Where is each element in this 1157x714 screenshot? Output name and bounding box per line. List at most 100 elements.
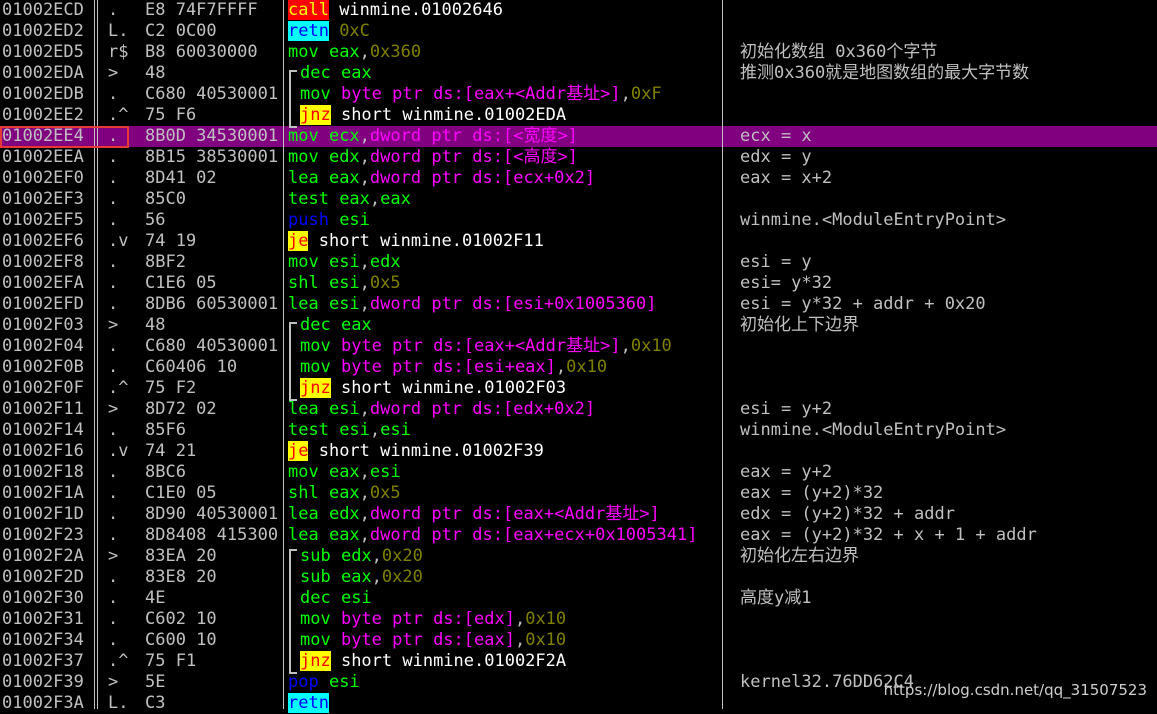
row-instruction: dec eax: [300, 63, 732, 84]
row-instruction: push esi: [288, 210, 720, 231]
disasm-row[interactable]: 01002EF0. 8D41 02 lea eax,dword ptr ds:[ec…: [0, 168, 1157, 189]
row-flow-marker: .^: [108, 651, 129, 671]
row-instruction: retn 0xC: [288, 21, 720, 42]
row-comment: [740, 630, 1157, 651]
disasm-row[interactable]: 01002F11 >8D72 02 lea esi,dword ptr ds:[ed…: [0, 399, 1157, 420]
disasm-row[interactable]: 01002ECD. E8 74F7FFFF call winmine.0100264…: [0, 0, 1157, 21]
disasm-row[interactable]: 01002F0F .^ 75 F2 jnz short winmine.01002F0…: [0, 378, 1157, 399]
row-comment: [740, 336, 1157, 357]
row-address: 01002EF8: [2, 252, 84, 272]
row-comment: esi = y: [740, 252, 812, 272]
row-address: 01002F16: [2, 441, 84, 461]
row-comment: 高度y减1: [740, 588, 812, 608]
disasm-row[interactable]: 01002ED5 r$ B8 60030000 mov eax,0x360 初始化数组 …: [0, 42, 1157, 63]
row-comment: [740, 651, 1157, 672]
instruction-token: 0x10: [566, 357, 608, 377]
row-hex-bytes: B8 60030000: [145, 42, 258, 62]
disasm-row[interactable]: 01002F1A. C1E0 05 shl eax,0x5 eax = (y+2)*3…: [0, 483, 1157, 504]
row-comment: [740, 378, 1157, 399]
disasm-row[interactable]: 01002EEA. 8B15 38530001 mov edx,dword ptr …: [0, 147, 1157, 168]
row-instruction: je short winmine.01002F11: [288, 231, 720, 252]
instruction-token: ,: [359, 168, 370, 188]
instruction-token: mov: [300, 609, 341, 629]
disasm-row[interactable]: 01002EDA >48 dec eax 推测0x360就是地图数组的最大字节数: [0, 63, 1157, 84]
row-address: 01002F30: [2, 588, 84, 608]
disasm-row[interactable]: 01002ED2 L. C2 0C00 retn 0xC: [0, 21, 1157, 42]
disasm-row[interactable]: 01002F23. 8D8408 415300 lea eax,dword ptr …: [0, 525, 1157, 546]
row-hex-bytes: 85C0: [145, 189, 186, 209]
row-instruction: retn: [288, 693, 720, 714]
row-address: 01002F3A: [2, 693, 84, 713]
disasm-row[interactable]: 01002EFD. 8DB6 60530001 lea esi,dword ptr …: [0, 294, 1157, 315]
row-flow-marker: .: [108, 147, 119, 167]
disasm-row[interactable]: 01002EE2 .^ 75 F6 jnz short winmine.01002ED…: [0, 105, 1157, 126]
disasm-row[interactable]: 01002EF5. 56 push esi winmine.<ModuleEntryP…: [0, 210, 1157, 231]
row-address: 01002F2D: [2, 567, 84, 587]
instruction-token: shl: [288, 483, 329, 503]
asm-comment-separator: [722, 0, 723, 709]
instruction-token: mov: [288, 42, 329, 62]
row-comment: ecx = x: [740, 126, 812, 146]
instruction-token: push: [288, 210, 329, 230]
disasm-row[interactable]: 01002EFA. C1E6 05 shl esi,0x5 esi= y*32: [0, 273, 1157, 294]
row-comment: edx = (y+2)*32 + addr: [740, 504, 955, 524]
instruction-token: short winmine.01002F2A: [330, 651, 567, 671]
instruction-token: byte ptr ds:[edx]: [340, 609, 515, 629]
row-flow-marker: .: [108, 84, 119, 104]
instruction-token: test: [288, 189, 340, 209]
disasm-row[interactable]: 01002F31. C602 10 mov byte ptr ds:[edx],0x…: [0, 609, 1157, 630]
disasm-row[interactable]: 01002EE4. 8B0D 34530001 mov ecx,dword ptr …: [0, 126, 1157, 147]
row-hex-bytes: C602 10: [145, 609, 217, 629]
disasm-row[interactable]: 01002F1D. 8D90 40530001 lea edx,dword ptr …: [0, 504, 1157, 525]
row-comment: [740, 231, 1157, 252]
row-comment: eax = x+2: [740, 168, 833, 188]
instruction-token: esi: [328, 294, 360, 314]
disasm-row[interactable]: 01002F16 .v 74 21 je short winmine.01002F39: [0, 441, 1157, 462]
disasm-row[interactable]: 01002EF6 .v 74 19 je short winmine.01002F11: [0, 231, 1157, 252]
disasm-row[interactable]: 01002F0B. C60406 10 mov byte ptr ds:[esi+e…: [0, 357, 1157, 378]
row-instruction: lea esi,dword ptr ds:[esi+0x1005360]: [288, 294, 720, 315]
row-flow-marker: .: [108, 273, 119, 293]
instruction-token: short winmine.01002F03: [330, 378, 567, 398]
row-instruction: jnz short winmine.01002EDA: [300, 105, 732, 126]
disasm-row[interactable]: 01002EDB. C680 40530001 mov byte ptr ds:[e…: [0, 84, 1157, 105]
disasm-row[interactable]: 01002F18. 8BC6 mov eax,esi eax = y+2: [0, 462, 1157, 483]
instruction-token: ,: [369, 189, 381, 209]
row-comment: esi = y*32 + addr + 0x20: [740, 294, 986, 314]
row-hex-bytes: 75 F2: [145, 378, 197, 398]
disasm-row[interactable]: 01002F34. C600 10 mov byte ptr ds:[eax],0x…: [0, 630, 1157, 651]
disasm-row[interactable]: 01002F30. 4E dec esi 高度y减1: [0, 588, 1157, 609]
disassembly-view[interactable]: 01002ECD. E8 74F7FFFF call winmine.0100264…: [0, 0, 1157, 713]
row-hex-bytes: C680 40530001: [145, 336, 279, 356]
instruction-token: dword ptr ds:[edx+0x2]: [369, 399, 596, 419]
row-hex-bytes: 8B0D 34530001: [145, 126, 279, 146]
instruction-token: edx: [328, 147, 360, 167]
row-instruction: lea edx,dword ptr ds:[eax+<Addr基址>]: [288, 504, 720, 525]
instruction-token: mov: [300, 357, 341, 377]
row-hex-bytes: C1E6 05: [145, 273, 217, 293]
instruction-token: byte ptr ds:[eax+<Addr基址>]: [340, 336, 621, 356]
row-flow-marker: >: [108, 672, 119, 692]
row-hex-bytes: 8DB6 60530001: [145, 294, 279, 314]
instruction-token: eax: [380, 189, 411, 209]
instruction-token: lea: [288, 525, 329, 545]
row-instruction: mov esi,edx: [288, 252, 720, 273]
row-flow-marker: r$: [108, 42, 129, 62]
row-hex-bytes: 56: [145, 210, 166, 230]
disasm-row[interactable]: 01002EF3. 85C0 test eax,eax: [0, 189, 1157, 210]
row-address: 01002F0B: [2, 357, 84, 377]
disasm-row[interactable]: 01002F03 >48 dec eax 初始化上下边界: [0, 315, 1157, 336]
disasm-row[interactable]: 01002EF8. 8BF2 mov esi,edx esi = y: [0, 252, 1157, 273]
row-comment: [740, 189, 1157, 210]
row-hex-bytes: 85F6: [145, 420, 186, 440]
disasm-row[interactable]: 01002F2D. 83E8 20 sub eax,0x20: [0, 567, 1157, 588]
disasm-row[interactable]: 01002F04. C680 40530001 mov byte ptr ds:[e…: [0, 336, 1157, 357]
row-hex-bytes: 8BF2: [145, 252, 186, 272]
row-hex-bytes: 74 21: [145, 441, 197, 461]
disasm-row[interactable]: 01002F14. 85F6 test esi,esi winmine.<Module…: [0, 420, 1157, 441]
row-hex-bytes: 8D72 02: [145, 399, 217, 419]
instruction-token: 0x10: [525, 609, 567, 629]
disasm-row[interactable]: 01002F37 .^ 75 F1 jnz short winmine.01002F2…: [0, 651, 1157, 672]
disasm-row[interactable]: 01002F2A >83EA 20 sub edx,0x20 初始化左右边界: [0, 546, 1157, 567]
instruction-token: retn: [288, 21, 329, 41]
